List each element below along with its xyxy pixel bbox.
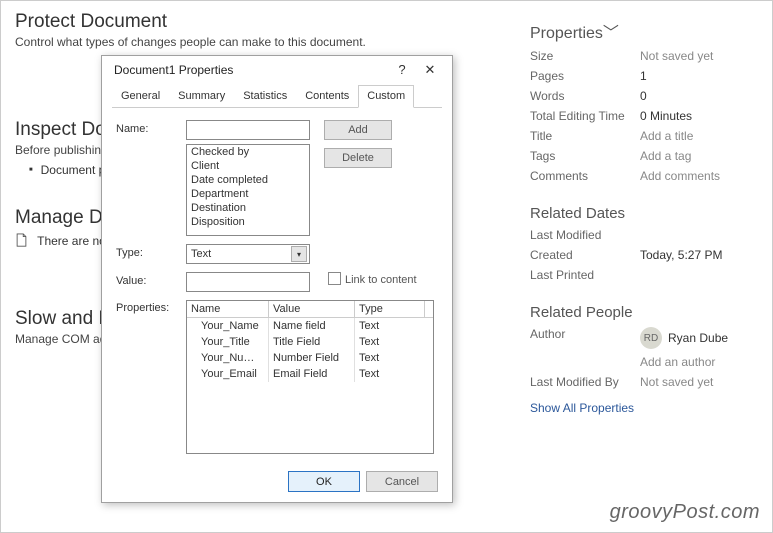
label-properties: Properties: <box>116 300 186 314</box>
prop-row-words: Words0 <box>530 89 758 103</box>
label-value: Value: <box>116 272 186 287</box>
prop-row-pages: Pages1 <box>530 69 758 83</box>
checkbox-icon <box>328 272 341 285</box>
label-name: Name: <box>116 120 186 135</box>
delete-button[interactable]: Delete <box>324 148 392 168</box>
name-input[interactable] <box>186 120 310 140</box>
link-to-content-checkbox[interactable]: Link to content <box>328 272 417 286</box>
list-item[interactable]: Checked by <box>187 145 309 159</box>
tab-statistics[interactable]: Statistics <box>234 85 296 108</box>
col-type[interactable]: Type <box>355 301 425 317</box>
manage-sub: There are no <box>37 234 106 248</box>
table-row[interactable]: Your_TitleTitle FieldText <box>187 334 433 350</box>
properties-dialog: Document1 Properties ? ✕ General Summary… <box>101 55 453 503</box>
tab-summary[interactable]: Summary <box>169 85 234 108</box>
list-item[interactable]: Department <box>187 187 309 201</box>
table-row[interactable]: Your_EmailEmail FieldText <box>187 366 433 382</box>
properties-dropdown[interactable]: Properties﹀ <box>530 19 758 43</box>
link-to-content-label: Link to content <box>345 274 417 286</box>
date-last-modified: Last Modified <box>530 228 758 242</box>
table-row[interactable]: Your_Nu…Number FieldText <box>187 350 433 366</box>
type-select[interactable]: Text ▾ <box>186 244 310 264</box>
col-value[interactable]: Value <box>269 301 355 317</box>
value-input[interactable] <box>186 272 310 292</box>
list-item[interactable]: Disposition <box>187 215 309 229</box>
avatar: RD <box>640 327 662 349</box>
protect-sub: Control what types of changes people can… <box>15 35 518 49</box>
dropdown-icon: ▾ <box>291 246 307 262</box>
ok-button[interactable]: OK <box>288 471 360 492</box>
properties-table[interactable]: Name Value Type Your_NameName fieldText … <box>186 300 434 454</box>
table-row[interactable]: Your_NameName fieldText <box>187 318 433 334</box>
dialog-title: Document1 Properties <box>114 63 388 77</box>
help-button[interactable]: ? <box>388 59 416 81</box>
cancel-button[interactable]: Cancel <box>366 471 438 492</box>
list-item[interactable]: Date completed <box>187 173 309 187</box>
name-suggestions-list[interactable]: Checked by Client Date completed Departm… <box>186 144 310 236</box>
show-all-properties-link[interactable]: Show All Properties <box>530 401 758 415</box>
date-last-printed: Last Printed <box>530 268 758 282</box>
col-name[interactable]: Name <box>187 301 269 317</box>
author-name[interactable]: Ryan Dube <box>668 331 728 345</box>
protect-title: Protect Document <box>15 11 518 33</box>
list-item[interactable]: Client <box>187 159 309 173</box>
type-value: Text <box>191 248 211 260</box>
chevron-down-icon: ﹀ <box>603 25 619 42</box>
prop-row-tet: Total Editing Time0 Minutes <box>530 109 758 123</box>
document-icon <box>15 233 28 247</box>
date-created: CreatedToday, 5:27 PM <box>530 248 758 262</box>
tab-custom[interactable]: Custom <box>358 85 414 108</box>
close-button[interactable]: ✕ <box>416 59 444 81</box>
list-item[interactable]: Destination <box>187 201 309 215</box>
add-button[interactable]: Add <box>324 120 392 140</box>
prop-row-comments[interactable]: CommentsAdd comments <box>530 169 758 183</box>
author-row: Author RD Ryan Dube <box>530 327 758 349</box>
tab-general[interactable]: General <box>112 85 169 108</box>
prop-row-title[interactable]: TitleAdd a title <box>530 129 758 143</box>
tab-contents[interactable]: Contents <box>296 85 358 108</box>
related-dates-head: Related Dates <box>530 205 758 222</box>
add-author-link[interactable]: Add an author <box>530 355 758 369</box>
prop-row-size: SizeNot saved yet <box>530 49 758 63</box>
label-type: Type: <box>116 244 186 259</box>
watermark: groovyPost.com <box>610 501 760 524</box>
prop-row-tags[interactable]: TagsAdd a tag <box>530 149 758 163</box>
properties-head-label: Properties <box>530 25 603 42</box>
last-modified-by-row: Last Modified ByNot saved yet <box>530 375 758 389</box>
related-people-head: Related People <box>530 304 758 321</box>
